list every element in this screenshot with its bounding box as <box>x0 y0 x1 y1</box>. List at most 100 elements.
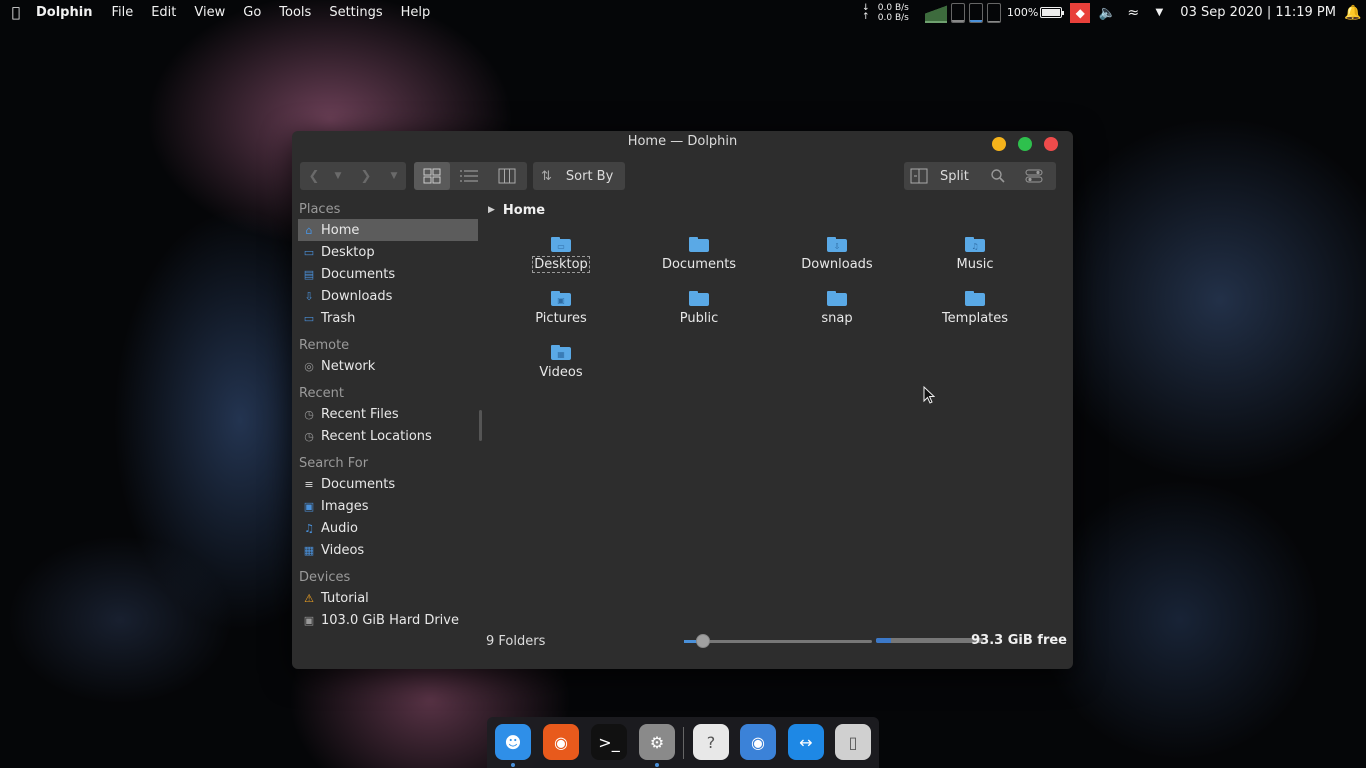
menu-tools[interactable]: Tools <box>279 5 311 20</box>
network-icon: ◎ <box>304 359 314 373</box>
search-button[interactable] <box>980 162 1016 190</box>
folder-item[interactable]: snap <box>777 291 897 337</box>
dock: ☻ ◉ >_ ⚙? ◉ ↔ ▯ <box>487 717 879 768</box>
grid-view-icon <box>423 168 441 184</box>
folder-label: Templates <box>941 311 1009 326</box>
sidebar-item-network[interactable]: ◎ Network <box>298 355 478 377</box>
window-titlebar[interactable]: Home — Dolphin <box>292 131 1073 155</box>
folder-label: Music <box>956 257 994 272</box>
breadcrumb-home[interactable]: Home <box>503 203 545 218</box>
toggle-settings-icon <box>1025 169 1043 183</box>
devices-header: Devices <box>299 570 351 585</box>
sidebar-item-hard-drive[interactable]: ▣ 103.0 GiB Hard Drive <box>298 609 478 631</box>
battery-icon[interactable] <box>1040 7 1065 18</box>
disk-meter-icon <box>986 2 1001 23</box>
recent-header: Recent <box>299 386 344 401</box>
unknown-file-icon[interactable]: ? <box>693 724 729 760</box>
net-up-rate: 0.0 B/s <box>877 12 909 23</box>
net-down-rate: 0.0 B/s <box>877 2 909 13</box>
sidebar-item-search-videos[interactable]: ▦ Videos <box>298 539 478 561</box>
finder-icon[interactable]: ☻ <box>495 724 531 760</box>
folder-item[interactable]: ♫ Music <box>915 237 1035 283</box>
sidebar-item-documents[interactable]: ▤ Documents <box>298 263 478 285</box>
menu-file[interactable]: File <box>111 5 133 20</box>
system-tray: ↓ ↑ 0.0 B/s 0.0 B/s 100% ◆ 🔈 ≈ ▼ 03 Sep 2… <box>862 0 1366 25</box>
file-view[interactable]: ▶ Home ▭ Desktop Documents ⇩ Downloads ♫ Music… <box>486 201 1067 631</box>
menu-view[interactable]: View <box>194 5 225 20</box>
music-note-icon: ♫ <box>304 521 314 535</box>
sort-icon: ⇅ <box>541 168 552 184</box>
documents-icon: ▤ <box>303 267 315 281</box>
close-button[interactable] <box>1044 137 1058 151</box>
volume-icon[interactable]: 🔈 <box>1096 5 1118 21</box>
trash-bin-icon[interactable]: ▯ <box>835 724 871 760</box>
firefox-icon[interactable]: ◉ <box>543 724 579 760</box>
folder-item[interactable]: Documents <box>639 237 759 283</box>
sidebar-item-downloads[interactable]: ⇩ Downloads <box>298 285 478 307</box>
zoom-slider-track[interactable] <box>684 640 872 643</box>
sidebar-item-search-images[interactable]: ▣ Images <box>298 495 478 517</box>
folder-item[interactable]: ▦ Videos <box>501 345 621 391</box>
icons-view-button[interactable] <box>414 162 450 190</box>
sidebar-scrollbar[interactable] <box>479 410 482 441</box>
notification-bell-icon[interactable]: 🔔 <box>1344 5 1362 21</box>
view-mode-group <box>414 162 527 190</box>
folder-label: Documents <box>661 257 737 272</box>
sidebar-item-label: Network <box>321 358 376 374</box>
menu-go[interactable]: Go <box>243 5 261 20</box>
folder-icon <box>965 291 985 306</box>
settings-icon[interactable]: ⚙ <box>639 724 675 760</box>
back-history-button[interactable]: ▼ <box>328 162 348 190</box>
folder-label: Downloads <box>801 257 873 272</box>
details-view-button[interactable] <box>450 162 488 190</box>
wifi-icon[interactable]: ≈ <box>1122 5 1144 21</box>
downloads-icon: ⇩ <box>304 289 314 303</box>
system-monitor-widget[interactable] <box>924 2 1001 23</box>
forward-history-button[interactable]: ▼ <box>384 162 404 190</box>
folder-item[interactable]: Public <box>639 291 759 337</box>
columns-view-button[interactable] <box>488 162 526 190</box>
chevron-down-icon: ▼ <box>334 171 342 181</box>
sidebar-item-label: Desktop <box>321 244 375 260</box>
apple-menu-icon[interactable]:  <box>4 5 28 21</box>
clock[interactable]: 03 Sep 2020 | 11:19 PM <box>1180 5 1336 20</box>
maximize-button[interactable] <box>1018 137 1032 151</box>
sort-by-button[interactable]: ⇅ Sort By <box>533 162 625 190</box>
folder-item[interactable]: Templates <box>915 291 1035 337</box>
folder-item[interactable]: ⇩ Downloads <box>777 237 897 283</box>
tray-expand-icon[interactable]: ▼ <box>1148 7 1170 18</box>
folder-icon <box>689 291 709 306</box>
sidebar-item-search-documents[interactable]: ≡ Documents <box>298 473 478 495</box>
active-app-name[interactable]: Dolphin <box>36 5 92 20</box>
anydesk-dock-icon[interactable]: ↔ <box>788 724 824 760</box>
sidebar-item-label: Trash <box>321 310 356 326</box>
menu-settings[interactable]: Settings <box>329 5 382 20</box>
sidebar-item-tutorial[interactable]: ⚠ Tutorial <box>298 587 478 609</box>
network-speed-widget[interactable]: ↓ ↑ 0.0 B/s 0.0 B/s <box>862 3 909 23</box>
sidebar-item-desktop[interactable]: ▭ Desktop <box>298 241 478 263</box>
back-button[interactable]: ❮ <box>300 162 328 190</box>
desktop-icon: ▭ <box>303 245 315 259</box>
chrome-icon[interactable]: ◉ <box>740 724 776 760</box>
sidebar-item-recent-files[interactable]: ◷ Recent Files <box>298 403 478 425</box>
sidebar-item-home[interactable]: ⌂ Home <box>298 219 478 241</box>
breadcrumb[interactable]: ▶ Home <box>486 201 1067 219</box>
zoom-slider-handle[interactable] <box>695 634 710 648</box>
folder-label: Desktop <box>532 256 590 273</box>
menu-edit[interactable]: Edit <box>151 5 176 20</box>
dock-separator <box>683 727 684 759</box>
terminal-icon[interactable]: >_ <box>591 724 627 760</box>
sidebar-item-recent-locations[interactable]: ◷ Recent Locations <box>298 425 478 447</box>
folder-item[interactable]: ▭ Desktop <box>501 237 621 283</box>
camera-icon: ▣ <box>303 499 315 513</box>
folder-item[interactable]: ▣ Pictures <box>501 291 621 337</box>
menu-help[interactable]: Help <box>401 5 431 20</box>
control-menu-button[interactable] <box>1016 162 1052 190</box>
sidebar-item-trash[interactable]: ▭ Trash <box>298 307 478 329</box>
forward-button[interactable]: ❯ <box>348 162 384 190</box>
anydesk-tray-icon[interactable]: ◆ <box>1070 2 1091 23</box>
sidebar-item-search-audio[interactable]: ♫ Audio <box>298 517 478 539</box>
folder-icon <box>827 291 847 306</box>
split-button[interactable]: Split <box>904 162 980 190</box>
minimize-button[interactable] <box>992 137 1006 151</box>
